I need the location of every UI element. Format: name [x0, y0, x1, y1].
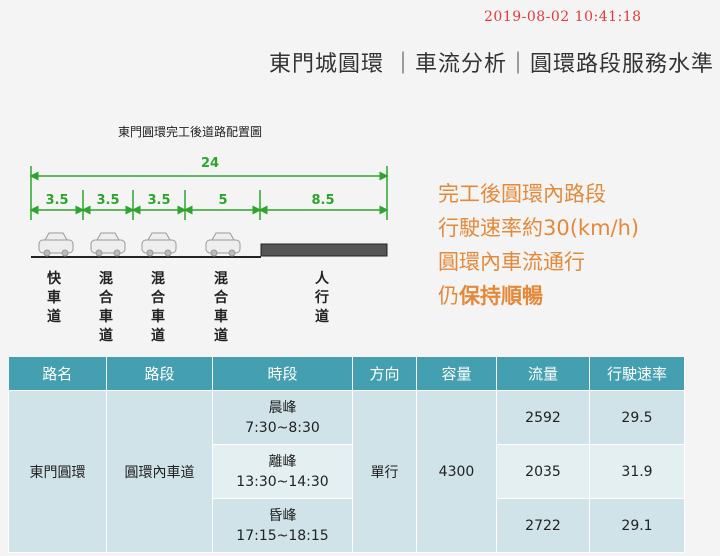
note-line-4: 仍保持順暢	[438, 283, 543, 310]
lane-label-mixed-3: 混合車道	[214, 271, 228, 344]
traffic-table: 路名 路段 時段 方向 容量 流量 行駛速率 東門圓環 圓環內車道 晨峰 7:30…	[8, 357, 685, 553]
timestamp: 2019-08-02 10:41:18	[484, 9, 642, 25]
cell-capacity: 4300	[416, 390, 497, 553]
header-capacity: 容量	[416, 357, 497, 391]
cell-period: 晨峰 7:30~8:30	[212, 390, 353, 445]
header-section: 路段	[106, 357, 213, 391]
header-direction: 方向	[352, 357, 417, 391]
header-flow: 流量	[496, 357, 590, 391]
segment-width-2: 3.5	[96, 193, 120, 208]
cell-road: 東門圓環	[8, 390, 107, 553]
note-line-3: 圓環內車流通行	[438, 250, 585, 274]
note-line-4-emphasis: 保持順暢	[459, 284, 543, 308]
diagram-title: 東門圓環完工後道路配置圖	[118, 125, 263, 139]
page-title: 東門城圓環 ｜車流分析｜圓環路段服務水準	[269, 52, 714, 77]
lane-label-sidewalk: 人行道	[315, 271, 329, 325]
cell-speed: 31.9	[589, 444, 685, 499]
table-header-row: 路名 路段 時段 方向 容量 流量 行駛速率	[8, 357, 685, 391]
header-speed: 行駛速率	[589, 357, 685, 391]
header-period: 時段	[212, 357, 353, 391]
cell-flow: 2035	[496, 444, 590, 499]
segment-width-5: 8.5	[311, 193, 335, 208]
lane-label-mixed-1: 混合車道	[99, 271, 113, 344]
lane-label-mixed-2: 混合車道	[151, 271, 165, 344]
cell-flow: 2592	[496, 390, 590, 445]
lane-label-fast: 快車道	[47, 271, 61, 325]
cell-flow: 2722	[496, 498, 590, 553]
cell-speed: 29.1	[589, 498, 685, 553]
segment-width-4: 5	[218, 193, 228, 208]
segment-width-3: 3.5	[147, 193, 171, 208]
cell-direction: 單行	[352, 390, 417, 553]
table-row: 東門圓環 圓環內車道 晨峰 7:30~8:30 單行 4300 2592 29.5	[8, 390, 685, 553]
cell-speed: 29.5	[589, 390, 685, 445]
segment-width-1: 3.5	[45, 193, 69, 208]
cell-section: 圓環內車道	[106, 390, 213, 553]
car-icons	[38, 232, 241, 257]
total-width-label: 24	[200, 156, 220, 171]
note-line-2: 行駛速率約30(km/h)	[438, 216, 640, 240]
sidewalk	[260, 243, 388, 257]
note-line-1: 完工後圓環內路段	[438, 182, 606, 206]
header-road: 路名	[8, 357, 107, 391]
cell-period: 離峰 13:30~14:30	[212, 444, 353, 499]
note-line-4-prefix: 仍	[438, 284, 459, 308]
cell-period: 昏峰 17:15~18:15	[212, 498, 353, 553]
